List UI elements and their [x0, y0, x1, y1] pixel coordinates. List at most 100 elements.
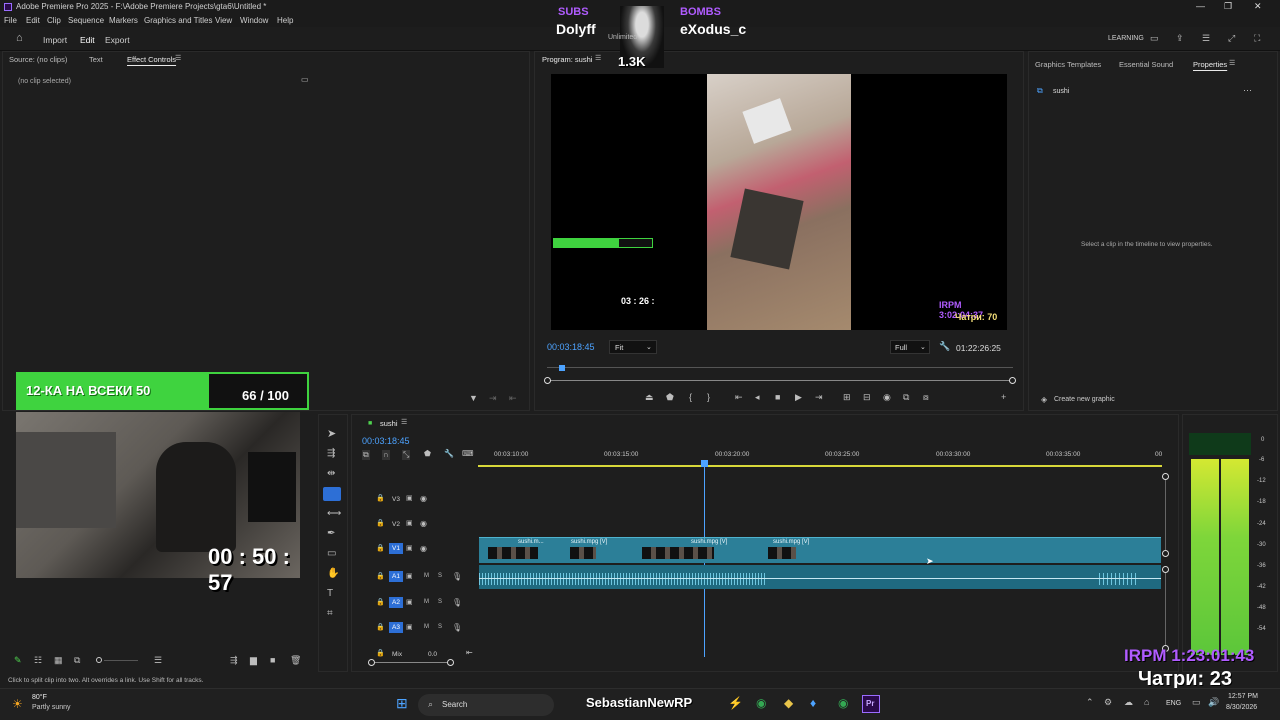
h-scroll-handle-right[interactable]	[447, 659, 454, 666]
compare-icon[interactable]: ⧉	[903, 393, 909, 402]
tab-graphics-templates[interactable]: Graphics Templates	[1035, 60, 1101, 69]
filter-icon[interactable]: ▼	[469, 394, 478, 403]
weather-temp[interactable]: 80°F	[32, 694, 47, 701]
mix-value[interactable]: 0.0	[428, 651, 437, 658]
rectangle-tool-icon[interactable]: ▭	[327, 549, 336, 559]
timeline-playhead-head[interactable]	[701, 460, 708, 467]
windows-start-icon[interactable]: ⊞	[396, 696, 408, 710]
go-to-out-icon[interactable]: ⇥	[815, 393, 823, 402]
sequence-menu-icon[interactable]: ☰	[401, 419, 407, 426]
microphone-icon[interactable]: 🎙	[452, 624, 462, 632]
volume-icon[interactable]: 🔊	[1208, 698, 1219, 707]
program-timecode[interactable]: 00:03:18:45	[547, 342, 595, 352]
a-scroll-track[interactable]	[1165, 573, 1166, 645]
mute-icon[interactable]: M	[424, 624, 429, 630]
step-back-icon[interactable]: ◂	[755, 393, 760, 402]
export-icon[interactable]: ⇥	[489, 394, 497, 403]
close-icon[interactable]: ✕	[1254, 1, 1262, 12]
marker-icon[interactable]: ⬟	[666, 393, 674, 402]
clock-date[interactable]: 8/30/2026	[1226, 704, 1257, 711]
overwrite-icon[interactable]: ⊟	[863, 393, 871, 402]
h-scroll-track[interactable]	[375, 662, 447, 663]
track-label-a1[interactable]: A1	[389, 571, 403, 582]
icon-view-icon[interactable]: ▦	[54, 656, 63, 665]
v-scroll-handle-mid[interactable]	[1162, 550, 1169, 557]
menu-help[interactable]: Help	[277, 16, 293, 25]
v-scroll-handle-top[interactable]	[1162, 473, 1169, 480]
program-video-frame[interactable]: 03 : 26 : IRPM 3:02:04:37 Чатри: 70	[551, 74, 1007, 330]
lock-icon[interactable]: 🔒	[376, 573, 385, 580]
app-icon[interactable]: ♦	[810, 697, 816, 709]
zoom-slider-handle[interactable]	[96, 657, 102, 663]
eye-icon[interactable]: ◉	[420, 545, 427, 553]
tab-effect-controls[interactable]: Effect Controls	[127, 55, 176, 64]
expand-icon[interactable]: ⤢	[1228, 34, 1235, 43]
tray-icon[interactable]: ⚙	[1104, 698, 1112, 707]
solo-icon[interactable]: S	[438, 624, 442, 630]
program-playhead[interactable]	[559, 365, 565, 371]
h-scroll-handle-left[interactable]	[368, 659, 375, 666]
weather-icon[interactable]: ☀	[12, 698, 23, 710]
import-tab[interactable]: Import	[43, 35, 67, 45]
multicam-icon[interactable]: ⧇	[923, 393, 929, 402]
mark-in-icon[interactable]: {	[689, 393, 692, 402]
freeform-view-icon[interactable]: ⧉	[74, 656, 80, 665]
toggle-output-icon[interactable]: ▣	[406, 495, 413, 502]
learning-label[interactable]: LEARNING	[1108, 35, 1144, 42]
work-area-bar[interactable]	[478, 465, 1162, 467]
app-icon[interactable]: ⚡	[728, 697, 743, 709]
sort-icon[interactable]: ☰	[154, 656, 162, 665]
nest-icon[interactable]: ⧉	[362, 450, 370, 460]
premiere-taskbar-icon[interactable]: Pr	[862, 695, 880, 713]
tab-text[interactable]: Text	[89, 55, 103, 64]
captions-icon[interactable]: ⌨	[462, 450, 474, 458]
new-bin-icon[interactable]: ■	[270, 656, 275, 665]
workspace-icon[interactable]: ▭	[1150, 34, 1159, 43]
toggle-output-icon[interactable]: ▣	[406, 599, 413, 606]
solo-icon[interactable]: S	[438, 573, 442, 579]
reset-icon[interactable]: ⇤	[509, 394, 517, 403]
fullscreen-icon[interactable]: ⛶	[1254, 34, 1260, 43]
scrub-start-handle[interactable]	[544, 377, 551, 384]
clip-a1-track[interactable]	[479, 565, 1161, 589]
lock-icon[interactable]: 🔒	[376, 624, 385, 631]
mute-icon[interactable]: M	[424, 573, 429, 579]
camera-icon[interactable]: ◉	[883, 393, 891, 402]
track-label-a2[interactable]: A2	[389, 597, 403, 608]
menu-file[interactable]: File	[4, 16, 17, 25]
zoom-slider[interactable]	[104, 660, 138, 661]
export-tab[interactable]: Export	[105, 35, 130, 45]
timeline-ruler[interactable]: 00:03:10:00 00:03:15:00 00:03:20:00 00:0…	[478, 447, 1162, 469]
edit-tab[interactable]: Edit	[80, 35, 95, 45]
track-label-v1[interactable]: V1	[389, 543, 403, 554]
add-button-icon[interactable]: +	[1001, 393, 1006, 402]
properties-item[interactable]: sushi	[1053, 88, 1069, 95]
language-label[interactable]: ENG	[1166, 700, 1181, 707]
weather-desc[interactable]: Partly sunny	[32, 704, 71, 711]
lift-icon[interactable]: ⏏	[645, 393, 654, 402]
timeline-timecode[interactable]: 00:03:18:45	[362, 436, 410, 446]
snap-icon[interactable]: ∩	[382, 450, 390, 460]
mark-out-icon[interactable]: }	[707, 393, 710, 402]
delete-icon[interactable]: 🗑	[290, 656, 301, 665]
clock-time[interactable]: 12:57 PM	[1228, 693, 1258, 700]
home-icon[interactable]: ⌂	[16, 33, 23, 44]
create-graphic-button[interactable]: Create new graphic	[1054, 396, 1115, 403]
selection-tool-icon[interactable]: ➤	[327, 429, 336, 440]
network-icon[interactable]: ⌂	[1144, 698, 1149, 707]
timeline-settings-icon[interactable]: 🔧	[444, 450, 454, 458]
display-icon[interactable]: ▭	[1192, 698, 1201, 707]
chevron-up-icon[interactable]: ⌃	[1086, 698, 1094, 707]
tab-essential-sound[interactable]: Essential Sound	[1119, 60, 1173, 69]
pen-tool-icon[interactable]: ✒	[327, 529, 335, 539]
scrub-end-handle[interactable]	[1009, 377, 1016, 384]
chrome-icon[interactable]: ◉	[838, 697, 848, 709]
play-icon[interactable]: ▶	[795, 393, 802, 402]
menu-markers[interactable]: Markers	[109, 16, 138, 25]
menu-view[interactable]: View	[215, 16, 232, 25]
tab-properties[interactable]: Properties	[1193, 60, 1227, 69]
insert-icon[interactable]: ⊞	[843, 393, 851, 402]
close-tab-icon[interactable]: ■	[368, 420, 372, 427]
slip-tool-icon[interactable]: ⟷	[327, 509, 341, 519]
maximize-icon[interactable]: ❐	[1224, 1, 1232, 12]
